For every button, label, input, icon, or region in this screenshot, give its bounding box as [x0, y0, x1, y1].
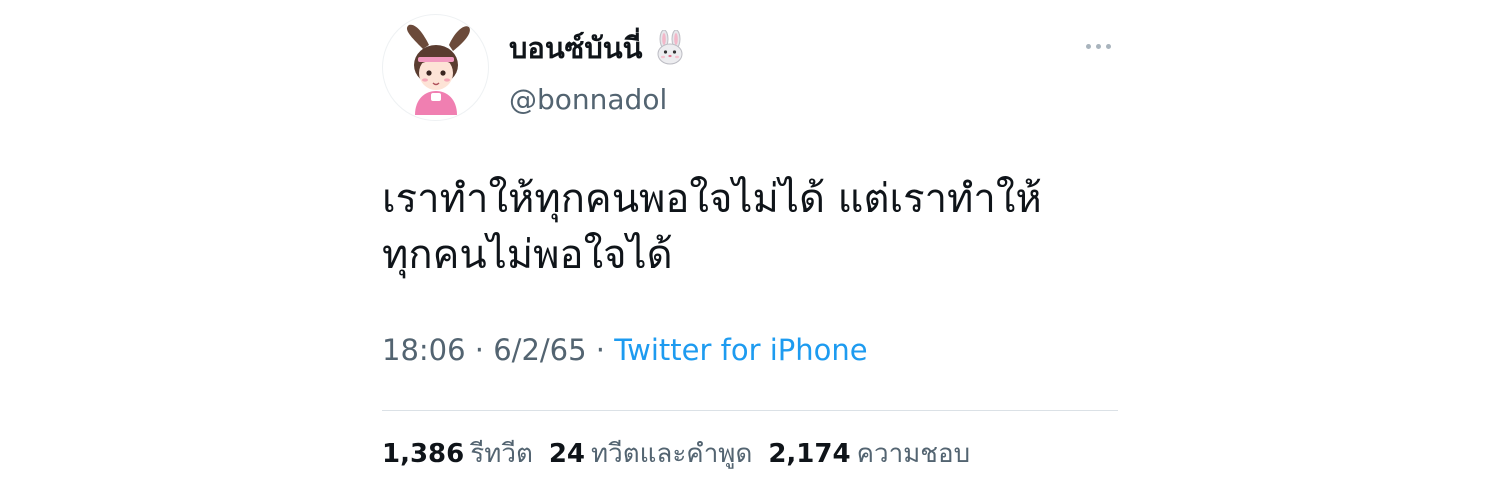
rabbit-face-icon [652, 29, 688, 66]
tweet-meta: 18:06 · 6/2/65 · Twitter for iPhone [382, 330, 868, 370]
more-dot [1095, 43, 1101, 49]
tweet-stats: 1,386 รีทวีต 24 ทวีตและคำพูด 2,174 ความช… [382, 434, 970, 474]
likes-label: ความชอบ [856, 439, 971, 469]
likes-stat[interactable]: 2,174 ความชอบ [768, 434, 970, 474]
more-dot [1105, 43, 1111, 49]
retweets-count: 1,386 [382, 439, 465, 469]
tweet-time[interactable]: 18:06 [382, 333, 466, 367]
avatar[interactable] [382, 14, 489, 121]
divider [382, 410, 1118, 411]
display-name[interactable]: บอนซ์บันนี่ [509, 30, 642, 66]
more-dot [1085, 43, 1091, 49]
retweets-stat[interactable]: 1,386 รีทวีต [382, 434, 533, 474]
meta-separator: · [474, 333, 485, 367]
tweet-text: เราทำให้ทุกคนพอใจไม่ได้ แต่เราทำให้ ทุกค… [382, 176, 1042, 278]
tweet-card: บอนซ์บันนี่ @bonnadol เราทำให้ทุกคนพอใจไ… [382, 14, 1118, 494]
quotes-stat[interactable]: 24 ทวีตและคำพูด [549, 434, 752, 474]
meta-separator: · [595, 333, 606, 367]
user-handle[interactable]: @bonnadol [509, 82, 667, 118]
retweets-label: รีทวีต [470, 439, 533, 469]
likes-count: 2,174 [768, 439, 851, 469]
quotes-label: ทวีตและคำพูด [591, 439, 753, 469]
avatar-illustration-icon [406, 24, 470, 115]
author-name-row[interactable]: บอนซ์บันนี่ [509, 28, 688, 68]
tweet-date[interactable]: 6/2/65 [493, 333, 586, 367]
quotes-count: 24 [548, 439, 586, 469]
tweet-source-link[interactable]: Twitter for iPhone [614, 333, 867, 367]
more-options-icon[interactable] [1080, 36, 1116, 56]
